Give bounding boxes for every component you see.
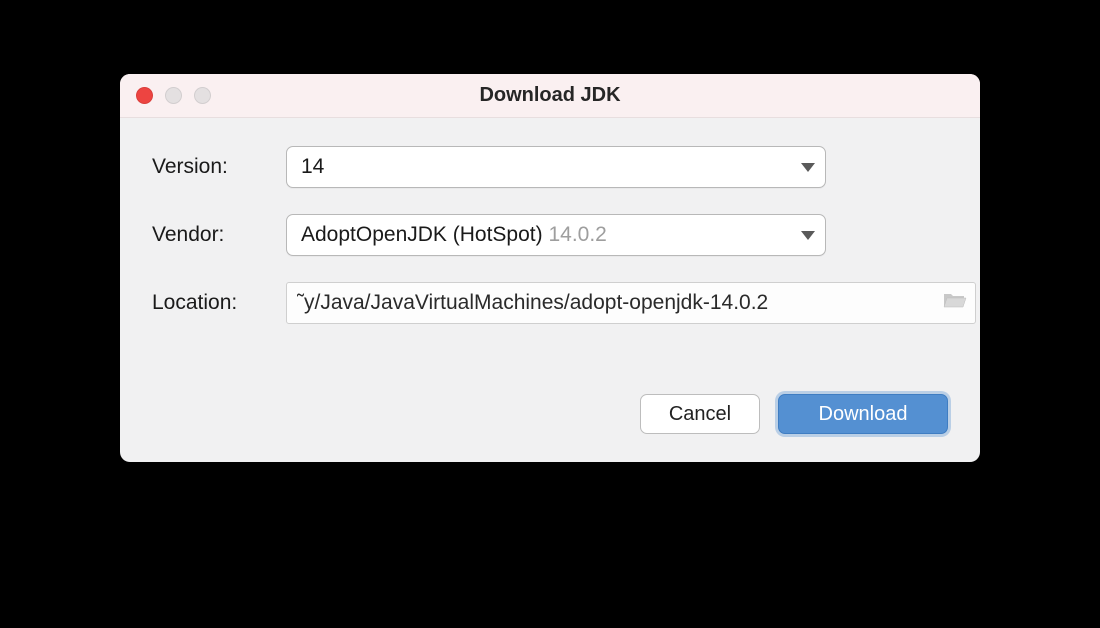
vendor-value: AdoptOpenJDK (HotSpot) 14.0.2: [301, 223, 791, 247]
vendor-name: AdoptOpenJDK (HotSpot): [301, 223, 548, 246]
label-vendor: Vendor:: [152, 223, 272, 247]
label-version: Version:: [152, 155, 272, 179]
row-version: Version: 14: [152, 146, 948, 188]
titlebar: Download JDK: [120, 74, 980, 118]
folder-open-icon[interactable]: [943, 291, 967, 315]
form: Version: 14 Vendor: AdoptOpenJDK (HotSpo…: [120, 118, 980, 370]
minimize-window-button[interactable]: [165, 87, 182, 104]
window-controls: [120, 87, 211, 104]
zoom-window-button[interactable]: [194, 87, 211, 104]
version-dropdown[interactable]: 14: [286, 146, 826, 188]
close-window-button[interactable]: [136, 87, 153, 104]
download-button[interactable]: Download: [778, 394, 948, 434]
row-vendor: Vendor: AdoptOpenJDK (HotSpot) 14.0.2: [152, 214, 948, 256]
row-location: Location: ˜y/Java/JavaVirtualMachines/ad…: [152, 282, 948, 324]
chevron-down-icon: [801, 163, 815, 172]
window-title: Download JDK: [120, 84, 980, 107]
chevron-down-icon: [801, 231, 815, 240]
location-value: ˜y/Java/JavaVirtualMachines/adopt-openjd…: [297, 291, 935, 315]
version-value: 14: [301, 155, 791, 179]
vendor-dropdown[interactable]: AdoptOpenJDK (HotSpot) 14.0.2: [286, 214, 826, 256]
cancel-button[interactable]: Cancel: [640, 394, 760, 434]
vendor-version-detail: 14.0.2: [548, 223, 606, 246]
location-field[interactable]: ˜y/Java/JavaVirtualMachines/adopt-openjd…: [286, 282, 976, 324]
button-bar: Cancel Download: [120, 370, 980, 462]
label-location: Location:: [152, 291, 272, 315]
dialog-download-jdk: Download JDK Version: 14 Vendor: AdoptOp…: [120, 74, 980, 462]
